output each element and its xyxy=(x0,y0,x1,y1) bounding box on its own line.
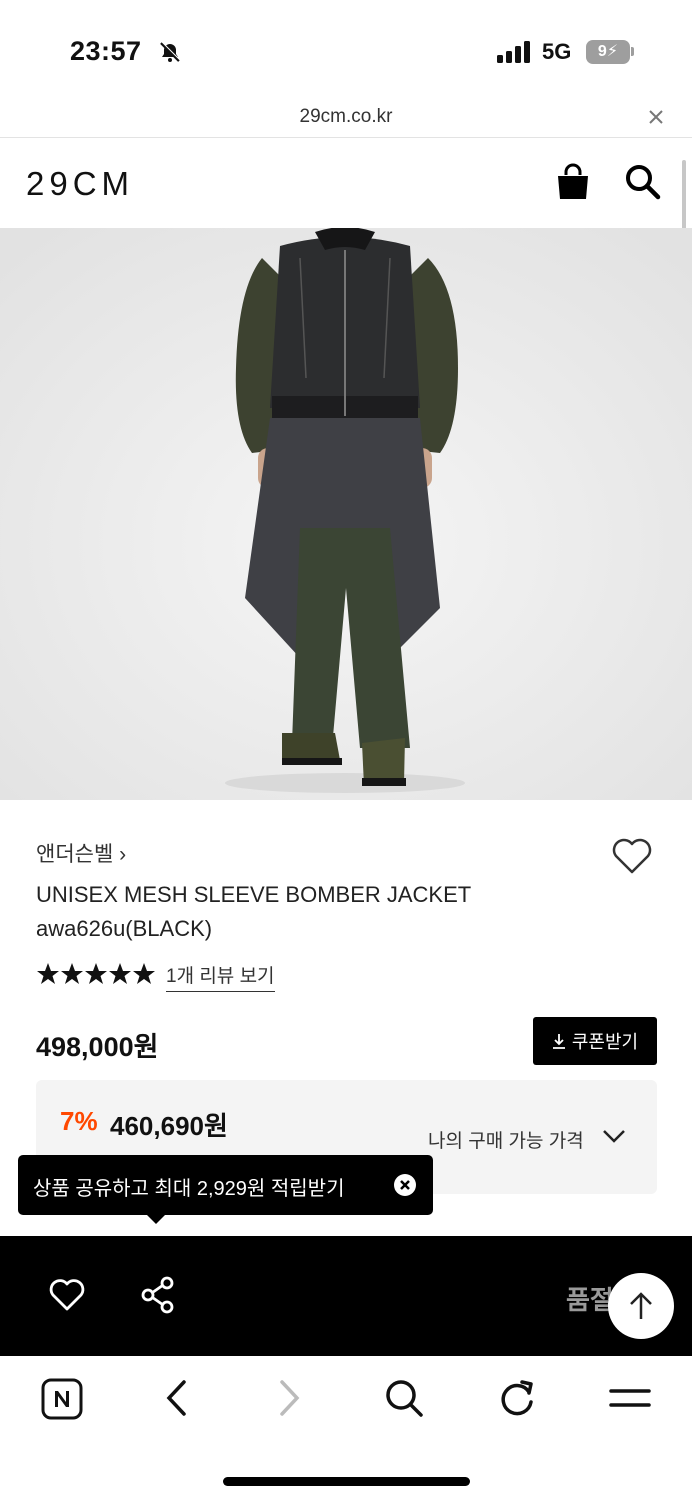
close-icon[interactable] xyxy=(393,1173,417,1197)
url-text[interactable]: 29cm.co.kr xyxy=(0,106,692,128)
browser-url-bar[interactable]: 29cm.co.kr xyxy=(0,100,692,138)
soldout-text: 품절 xyxy=(566,1285,614,1315)
product-image[interactable] xyxy=(0,228,692,800)
product-title: UNISEX MESH SLEEVE BOMBER JACKET awa626u… xyxy=(36,882,471,941)
tooltip-text: 상품 공유하고 최대 2,929원 적립받기 xyxy=(33,1178,345,1200)
menu-icon[interactable] xyxy=(609,1378,651,1418)
bottom-action-bar: 품절 xyxy=(0,1236,692,1356)
bell-muted-icon xyxy=(160,41,181,62)
search-icon[interactable] xyxy=(384,1378,424,1418)
original-price: 498,000원 xyxy=(36,1032,159,1062)
status-time: 23:57 xyxy=(70,36,142,66)
tooltip-arrow xyxy=(146,1214,166,1224)
cart-icon[interactable] xyxy=(555,163,591,201)
discount-price: 460,690원 xyxy=(110,1111,228,1141)
chevron-down-icon[interactable] xyxy=(602,1128,626,1144)
brand-link[interactable]: 앤더슨벨 › xyxy=(36,838,126,868)
back-icon[interactable] xyxy=(164,1378,188,1418)
search-icon[interactable] xyxy=(624,163,662,201)
status-bar: 23:57 5G 9⚡ xyxy=(0,0,692,100)
home-indicator xyxy=(223,1477,470,1486)
site-logo[interactable]: 29CM xyxy=(26,165,134,203)
reload-icon[interactable] xyxy=(498,1378,536,1418)
download-icon xyxy=(552,1034,565,1049)
forward-icon[interactable] xyxy=(278,1378,302,1418)
review-link[interactable]: 1개 리뷰 보기 xyxy=(166,961,275,992)
my-price-label[interactable]: 나의 구매 가능 가격 xyxy=(428,1126,584,1153)
heart-icon[interactable] xyxy=(48,1278,86,1312)
coupon-button[interactable]: 쿠폰받기 xyxy=(533,1017,657,1065)
battery-nub xyxy=(631,47,634,56)
site-header: 29CM xyxy=(0,139,692,228)
scroll-top-button[interactable] xyxy=(608,1273,674,1339)
arrow-up-icon xyxy=(630,1292,652,1319)
network-type: 5G xyxy=(542,39,572,64)
rating-stars xyxy=(37,963,155,984)
discount-rate: 7% xyxy=(60,1106,98,1136)
browser-toolbar xyxy=(0,1356,692,1446)
share-reward-tooltip: 상품 공유하고 최대 2,929원 적립받기 xyxy=(18,1155,433,1215)
heart-icon[interactable] xyxy=(610,836,654,876)
coupon-button-label: 쿠폰받기 xyxy=(571,1032,639,1052)
share-icon[interactable] xyxy=(140,1276,176,1314)
signal-icon xyxy=(497,41,530,63)
battery-indicator: 9⚡ xyxy=(586,40,630,64)
naver-home-icon[interactable] xyxy=(41,1378,83,1420)
close-icon[interactable] xyxy=(647,108,665,126)
